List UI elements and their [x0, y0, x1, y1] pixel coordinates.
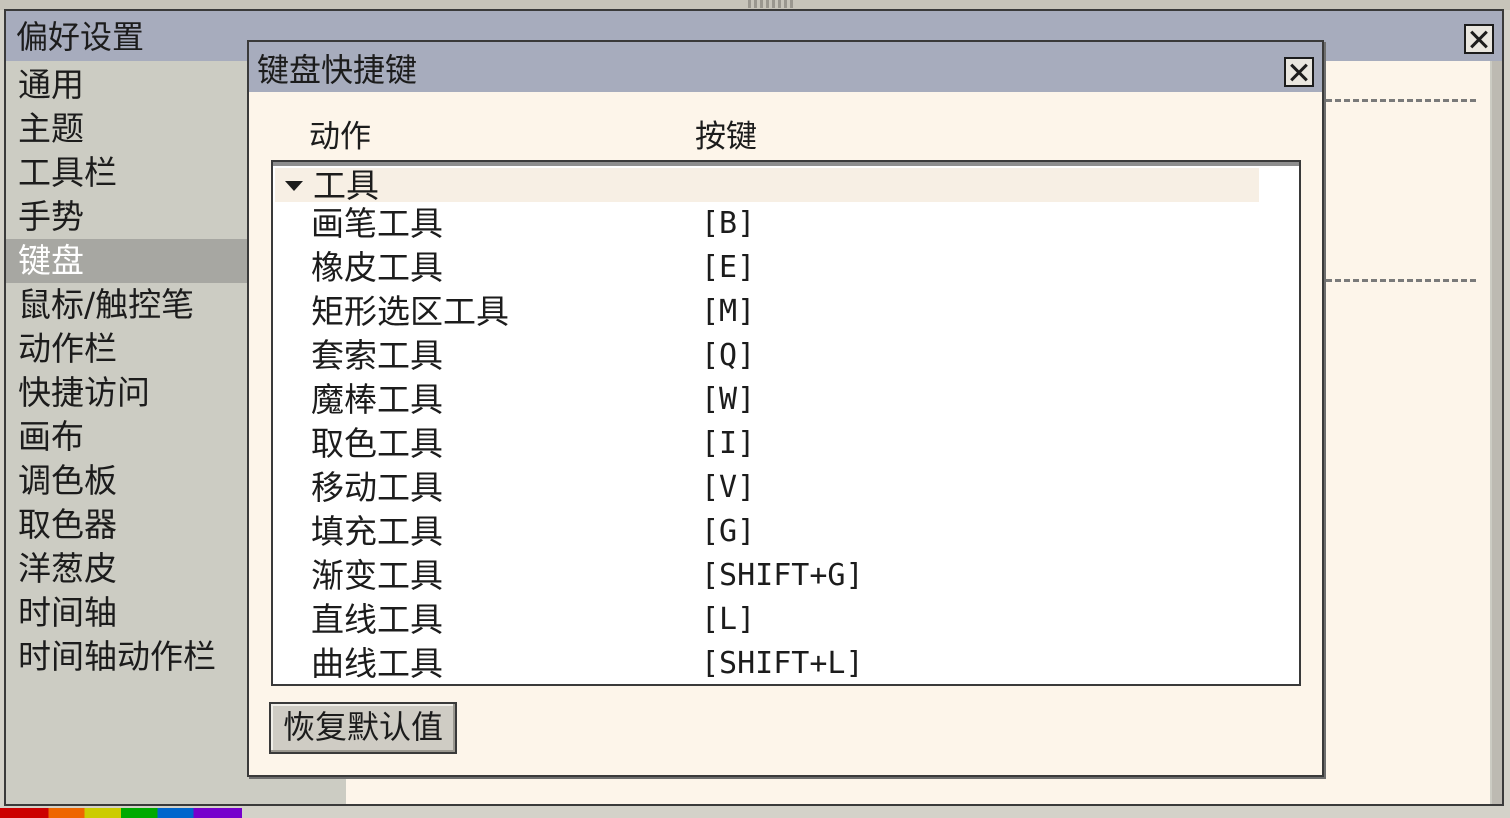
- sidebar-item-onion-skin[interactable]: 洋葱皮: [6, 547, 250, 591]
- row-action: 橡皮工具: [311, 248, 443, 287]
- shortcut-row[interactable]: 移动工具 [V]: [273, 466, 1299, 510]
- row-key[interactable]: [I]: [701, 424, 755, 464]
- row-key[interactable]: [Q]: [701, 336, 755, 376]
- shortcut-row[interactable]: 画笔工具 [B]: [273, 202, 1299, 246]
- shortcut-row[interactable]: 魔棒工具 [W]: [273, 378, 1299, 422]
- row-key[interactable]: [SHIFT+G]: [701, 556, 864, 596]
- row-action: 画笔工具: [311, 204, 443, 243]
- restore-defaults-button[interactable]: 恢复默认值: [269, 702, 458, 754]
- sidebar-item-theme[interactable]: 主题: [6, 107, 250, 151]
- group-row-tools[interactable]: 工具: [275, 166, 1259, 205]
- row-action: 套索工具: [311, 336, 443, 375]
- sidebar-item-action-bar[interactable]: 动作栏: [6, 327, 250, 371]
- row-action: 渐变工具: [311, 556, 443, 595]
- column-header-key[interactable]: 按键: [695, 119, 757, 155]
- row-action: 填充工具: [311, 512, 443, 551]
- row-key[interactable]: [M]: [701, 292, 755, 332]
- shortcut-row[interactable]: 曲线工具 [SHIFT+L]: [273, 642, 1299, 684]
- divider-line: [1326, 279, 1476, 282]
- sidebar-item-general[interactable]: 通用: [6, 63, 250, 107]
- shortcut-row[interactable]: 取色工具 [I]: [273, 422, 1299, 466]
- divider-line: [1326, 99, 1476, 102]
- shortcut-row[interactable]: 橡皮工具 [E]: [273, 246, 1299, 290]
- preferences-sidebar: 通用 主题 工具栏 手势 键盘 鼠标/触控笔 动作栏 快捷访问 画布 调色板 取…: [6, 63, 250, 679]
- row-action: 移动工具: [311, 468, 443, 507]
- shortcut-row[interactable]: 矩形选区工具 [M]: [273, 290, 1299, 334]
- preferences-title: 偏好设置: [16, 18, 145, 56]
- shortcut-row[interactable]: 直线工具 [L]: [273, 598, 1299, 642]
- keyboard-shortcuts-dialog: 键盘快捷键 动作 按键 工具 画笔工具 [B] 橡皮工具 [E] 矩形选区工具 …: [247, 40, 1324, 777]
- dialog-titlebar[interactable]: 键盘快捷键: [249, 42, 1322, 92]
- row-action: 直线工具: [311, 600, 443, 639]
- row-action: 矩形选区工具: [311, 292, 509, 331]
- sidebar-item-gestures[interactable]: 手势: [6, 195, 250, 239]
- sidebar-item-timeline[interactable]: 时间轴: [6, 591, 250, 635]
- list-header-divider: [273, 162, 1299, 166]
- color-strip: [0, 808, 242, 818]
- shortcut-row[interactable]: 套索工具 [Q]: [273, 334, 1299, 378]
- sidebar-item-toolbar[interactable]: 工具栏: [6, 151, 250, 195]
- row-action: 曲线工具: [311, 644, 443, 683]
- sidebar-item-canvas[interactable]: 画布: [6, 415, 250, 459]
- drag-grip[interactable]: [748, 0, 794, 8]
- row-key[interactable]: [L]: [701, 600, 755, 640]
- shortcut-row[interactable]: 渐变工具 [SHIFT+G]: [273, 554, 1299, 598]
- preferences-close-icon[interactable]: [1464, 24, 1494, 54]
- sidebar-item-quick-access[interactable]: 快捷访问: [6, 371, 250, 415]
- column-header-action[interactable]: 动作: [309, 119, 371, 155]
- row-key[interactable]: [SHIFT+L]: [701, 644, 864, 684]
- sidebar-item-mouse-stylus[interactable]: 鼠标/触控笔: [6, 283, 250, 327]
- shortcut-row[interactable]: 填充工具 [G]: [273, 510, 1299, 554]
- sidebar-item-timeline-action-bar[interactable]: 时间轴动作栏: [6, 635, 250, 679]
- row-action: 取色工具: [311, 424, 443, 463]
- expand-arrow-icon[interactable]: [285, 181, 303, 191]
- group-label: 工具: [313, 166, 379, 205]
- dialog-title: 键盘快捷键: [257, 51, 418, 89]
- sidebar-item-color-picker[interactable]: 取色器: [6, 503, 250, 547]
- sidebar-item-palette[interactable]: 调色板: [6, 459, 250, 503]
- row-key[interactable]: [B]: [701, 204, 755, 244]
- sidebar-item-keyboard[interactable]: 键盘: [6, 239, 250, 283]
- row-action: 魔棒工具: [311, 380, 443, 419]
- row-key[interactable]: [E]: [701, 248, 755, 288]
- row-key[interactable]: [G]: [701, 512, 755, 552]
- preferences-scrollbar[interactable]: [1492, 61, 1502, 804]
- row-key[interactable]: [W]: [701, 380, 755, 420]
- row-key[interactable]: [V]: [701, 468, 755, 508]
- dialog-close-icon[interactable]: [1284, 57, 1314, 87]
- shortcut-list[interactable]: 工具 画笔工具 [B] 橡皮工具 [E] 矩形选区工具 [M] 套索工具 [Q]…: [271, 160, 1301, 686]
